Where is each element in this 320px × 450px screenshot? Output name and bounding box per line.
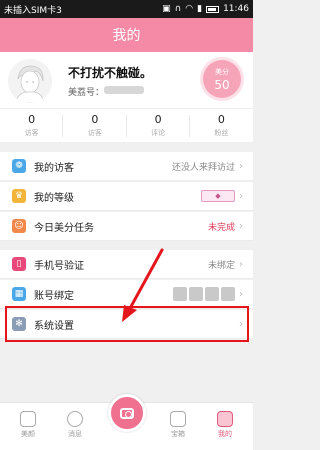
meizhuang-id-blurred [104, 86, 144, 94]
menu-row-account-binding[interactable]: ▦ 账号绑定 › [0, 280, 253, 309]
sina-weibo-icon [173, 287, 187, 301]
task-icon: ☺ [12, 219, 26, 233]
avatar-illustration [8, 59, 52, 103]
notification-icon: ▣ [162, 3, 171, 14]
stat-label: 访客 [87, 129, 102, 137]
menu-row-daily-task[interactable]: ☺ 今日美分任务 未完成 › [0, 212, 253, 241]
profile-icon [217, 411, 233, 427]
menu-row-label: 账号绑定 [34, 290, 74, 302]
clock-time: 11:46 [223, 4, 249, 14]
stat-label: 粉丝 [214, 129, 229, 137]
menu-row-label: 我的等级 [34, 192, 74, 204]
tencent-weibo-icon [189, 287, 203, 301]
menu-row-value: 还没人来拜访过 [171, 162, 235, 173]
battery-icon [206, 5, 220, 13]
status-icons: ▣ ∩ ◠ ▮ 11:46 [162, 4, 249, 14]
menu-row-level[interactable]: ♛ 我的等级 ◆ › [0, 182, 253, 211]
chevron-right-icon: › [239, 160, 243, 172]
menu-row-label: 今日美分任务 [34, 222, 94, 234]
page-title: 我的 [112, 28, 141, 44]
menu-row-value: 未完成 [207, 222, 235, 233]
nav-label: 消息 [68, 430, 82, 438]
stat-value: 0 [154, 113, 162, 126]
menu-row-label: 手机号验证 [34, 260, 84, 272]
stat-item[interactable]: 0 评论 [127, 109, 191, 142]
score-value: 50 [214, 78, 230, 92]
phone-icon: ▯ [12, 257, 26, 271]
nav-mine[interactable]: 我的 [205, 411, 245, 439]
chevron-right-icon: › [239, 288, 243, 300]
bound-accounts-icons [173, 287, 235, 301]
link-icon: ▦ [12, 287, 26, 301]
menu-row-label: 我的访客 [34, 162, 74, 174]
crown-icon: ♛ [12, 189, 26, 203]
nav-messages[interactable]: 消息 [55, 411, 95, 439]
stat-label: 评论 [151, 129, 166, 137]
message-icon [67, 411, 83, 427]
camera-icon [120, 407, 134, 419]
nav-label: 宝箱 [171, 430, 185, 438]
chevron-right-icon: › [239, 258, 243, 270]
stat-label: 访客 [24, 129, 39, 137]
nickname: 不打扰不触碰。 [68, 66, 153, 80]
score-label: 美分 [215, 68, 229, 76]
menu-row-phone-verify[interactable]: ▯ 手机号验证 未绑定 › [0, 250, 253, 279]
rabbit-icon [20, 411, 36, 427]
camera-button[interactable] [108, 394, 146, 432]
box-icon [170, 411, 186, 427]
stat-value: 0 [91, 113, 99, 126]
page-title-bar: 我的 [0, 18, 253, 52]
carrier-text: 未插入SIM卡3 [4, 5, 62, 16]
stat-item[interactable]: 0 粉丝 [190, 109, 253, 142]
status-bar: 未插入SIM卡3 ▣ ∩ ◠ ▮ 11:46 [0, 0, 253, 18]
highlight-box [5, 306, 249, 342]
level-badge-icon: ◆ [201, 190, 235, 202]
chevron-right-icon: › [239, 220, 243, 232]
chevron-right-icon: › [239, 190, 243, 202]
menu-row-value: 未绑定 [207, 260, 235, 271]
qzone-icon [205, 287, 219, 301]
qq-icon [221, 287, 235, 301]
menu-row-visitors[interactable]: ❁ 我的访客 还没人来拜访过 › [0, 152, 253, 181]
score-badge[interactable]: 美分 50 [203, 60, 241, 98]
signal-icon: ▮ [197, 3, 203, 14]
meizhuang-id-label: 美荔号： [68, 88, 105, 98]
stats-bar: 0 访客 0 访客 0 评论 0 粉丝 [0, 108, 253, 142]
nav-label: 美颜 [21, 430, 35, 438]
footprint-icon: ❁ [12, 159, 26, 173]
profile-card[interactable]: 不打扰不触碰。 美荔号： 美分 50 [0, 52, 253, 108]
stat-item[interactable]: 0 访客 [0, 109, 64, 142]
nav-label: 我的 [218, 430, 232, 438]
wifi-icon: ◠ [185, 3, 194, 14]
headphone-icon: ∩ [174, 3, 182, 14]
stat-value: 0 [28, 113, 36, 126]
stat-item[interactable]: 0 访客 [63, 109, 127, 142]
avatar[interactable] [8, 59, 52, 103]
nav-treasure-box[interactable]: 宝箱 [158, 411, 198, 439]
stat-value: 0 [217, 113, 225, 126]
nav-beauty[interactable]: 美颜 [8, 411, 48, 439]
